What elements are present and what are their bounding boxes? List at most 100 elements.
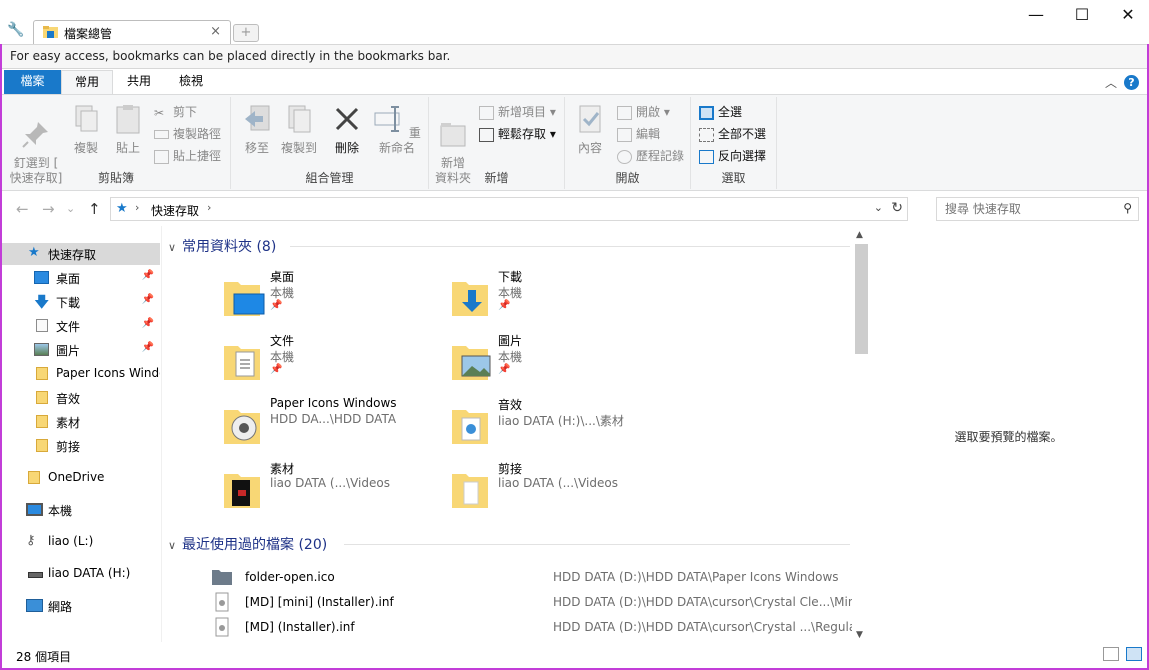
folder-tile[interactable]: 音效 liao DATA (H:)\...\素材 [450, 396, 670, 458]
minimize-button[interactable]: — [1013, 0, 1059, 30]
select-none-icon [699, 127, 714, 142]
folder-tile[interactable]: 桌面 本機 📌 [222, 268, 442, 330]
bookmark-bar: For easy access, bookmarks can be placed… [2, 44, 1147, 69]
quick-access-star-icon: ★ [116, 201, 128, 216]
sidebar-item-drive-h[interactable]: liao DATA (H:) [2, 563, 160, 585]
chevron-down-icon: ∨ [168, 241, 177, 254]
sidebar-item-pictures[interactable]: 圖片 📌 [2, 339, 160, 361]
scrollbar-thumb[interactable] [855, 244, 868, 354]
breadcrumb-quick-access[interactable]: 快速存取 [151, 202, 199, 219]
group-label-open: 開啟 [615, 171, 640, 185]
paste-shortcut-button[interactable]: 貼上捷徑 [154, 147, 221, 167]
address-bar[interactable]: ★ › 快速存取 › ⌄ ↻ [110, 197, 908, 221]
section-header-recent[interactable]: ∨ 最近使用過的檔案 (20) [168, 534, 327, 554]
select-none-button[interactable]: 全部不選 [699, 125, 766, 145]
history-icon [617, 149, 632, 164]
paste-button[interactable]: 貼上 [108, 103, 148, 156]
up-arrow-icon[interactable]: ↑ [88, 200, 101, 218]
forward-arrow-icon[interactable]: → [42, 200, 55, 218]
tab-close-button[interactable]: × [210, 24, 221, 39]
folder-icon [36, 415, 48, 428]
documents-folder-icon [224, 346, 260, 380]
sidebar-item-drive-l[interactable]: ⚷ liao (L:) [2, 531, 160, 553]
sidebar-item-this-pc[interactable]: 本機 [2, 499, 160, 521]
folder-icon [28, 471, 40, 484]
recent-file-row[interactable]: [MD] [mini] (Installer).inf HDD DATA (D:… [210, 590, 852, 615]
copy-button[interactable]: 複製 [66, 103, 106, 156]
properties-button[interactable]: 內容 [571, 103, 609, 156]
group-label-select: 選取 [721, 171, 746, 185]
group-open: 內容 開啟 ▾ 編輯 歷程記錄 開啟 [565, 97, 691, 189]
pin-icon: 📌 [270, 364, 283, 375]
help-icon[interactable]: ? [1124, 75, 1139, 90]
recent-locations-icon[interactable]: ⌄ [66, 202, 75, 215]
cut-button[interactable]: ✂ 剪下 [154, 103, 197, 123]
browser-tab[interactable]: 檔案總管 × [33, 20, 231, 44]
ribbon-collapse-icon[interactable]: ︿ [1105, 74, 1117, 91]
folder-tile[interactable]: 剪接 liao DATA (...\Videos [450, 460, 670, 522]
tab-view[interactable]: 檢視 [165, 70, 217, 94]
details-view-icon[interactable] [1103, 647, 1119, 661]
sidebar-item-sound[interactable]: 音效 [2, 387, 160, 409]
new-item-button[interactable]: 新增項目 ▾ [479, 103, 556, 123]
sidebar-item-documents[interactable]: 文件 📌 [2, 315, 160, 337]
copy-path-button[interactable]: 複製路徑 [154, 125, 221, 145]
breadcrumb-separator-icon[interactable]: › [135, 201, 139, 214]
address-dropdown-icon[interactable]: ⌄ [874, 201, 883, 214]
scroll-down-icon[interactable]: ▼ [856, 630, 863, 640]
open-button[interactable]: 開啟 ▾ [617, 103, 670, 123]
move-to-button[interactable]: 移至 [239, 103, 275, 156]
delete-button[interactable]: 刪除 [329, 103, 365, 156]
folder-tile[interactable]: 文件 本機 📌 [222, 332, 442, 394]
close-window-button[interactable]: ✕ [1105, 0, 1149, 30]
download-arrow-icon: 🡇 [34, 293, 50, 311]
pin-icon: 📌 [141, 270, 154, 281]
breadcrumb-separator-icon[interactable]: › [207, 201, 211, 214]
section-header-frequent[interactable]: ∨ 常用資料夾 (8) [168, 236, 276, 256]
refresh-icon[interactable]: ↻ [891, 200, 903, 216]
tab-share[interactable]: 共用 [113, 70, 165, 94]
computer-icon [26, 503, 43, 516]
sidebar-item-onedrive[interactable]: OneDrive [2, 467, 160, 489]
tab-file[interactable]: 檔案 [4, 70, 61, 94]
rename-button[interactable]: 重新命名 [369, 103, 425, 156]
copy-icon [75, 105, 98, 132]
sidebar-item-desktop[interactable]: 桌面 📌 [2, 267, 160, 289]
search-box[interactable]: ⚲ [936, 197, 1139, 221]
recent-file-row[interactable]: [MD] (Installer).inf HDD DATA (D:)\HDD D… [210, 615, 852, 640]
maximize-button[interactable]: ☐ [1059, 0, 1105, 30]
bookmark-hint: For easy access, bookmarks can be placed… [10, 49, 451, 63]
sidebar-item-editing[interactable]: 剪接 [2, 435, 160, 457]
search-icon[interactable]: ⚲ [1123, 201, 1132, 215]
vertical-scrollbar[interactable]: ▲ ▼ [852, 226, 870, 642]
large-icons-view-icon[interactable] [1126, 647, 1142, 661]
sidebar-item-paper-icons[interactable]: Paper Icons Windows [2, 363, 160, 385]
history-button[interactable]: 歷程記錄 [617, 147, 684, 167]
paste-shortcut-icon [154, 149, 169, 164]
back-arrow-icon[interactable]: ← [16, 200, 29, 218]
invert-selection-button[interactable]: 反向選擇 [699, 147, 766, 167]
folder-tile[interactable]: 圖片 本機 📌 [450, 332, 670, 394]
new-folder-icon [440, 123, 466, 147]
select-all-button[interactable]: 全選 [699, 103, 742, 123]
edit-button[interactable]: 編輯 [617, 125, 660, 145]
easy-access-button[interactable]: 輕鬆存取 ▾ [479, 125, 556, 145]
copy-to-button[interactable]: 複製到 [277, 103, 321, 156]
wrench-icon[interactable]: 🔧 [7, 22, 24, 38]
sidebar-item-quick-access[interactable]: ★ 快速存取 [2, 243, 160, 265]
sidebar-item-material[interactable]: 素材 [2, 411, 160, 433]
scroll-up-icon[interactable]: ▲ [856, 230, 863, 240]
sidebar-item-downloads[interactable]: 🡇 下載 📌 [2, 291, 160, 313]
folder-icon [36, 391, 48, 404]
tab-home[interactable]: 常用 [61, 70, 113, 94]
folder-tile[interactable]: 素材 liao DATA (...\Videos [222, 460, 442, 522]
sidebar-item-network[interactable]: 網路 [2, 595, 160, 617]
folder-tile[interactable]: Paper Icons Windows HDD DA...\HDD DATA [222, 396, 442, 458]
section-divider [344, 544, 850, 545]
search-input[interactable] [937, 198, 1117, 220]
folder-tile[interactable]: 下載 本機 📌 [450, 268, 670, 330]
group-new: 新增 資料夾 新增項目 ▾ 輕鬆存取 ▾ 新增 [429, 97, 565, 189]
folder-icon [36, 367, 48, 380]
new-tab-button[interactable]: + [233, 24, 259, 42]
recent-file-row[interactable]: folder-open.ico HDD DATA (D:)\HDD DATA\P… [210, 565, 850, 590]
